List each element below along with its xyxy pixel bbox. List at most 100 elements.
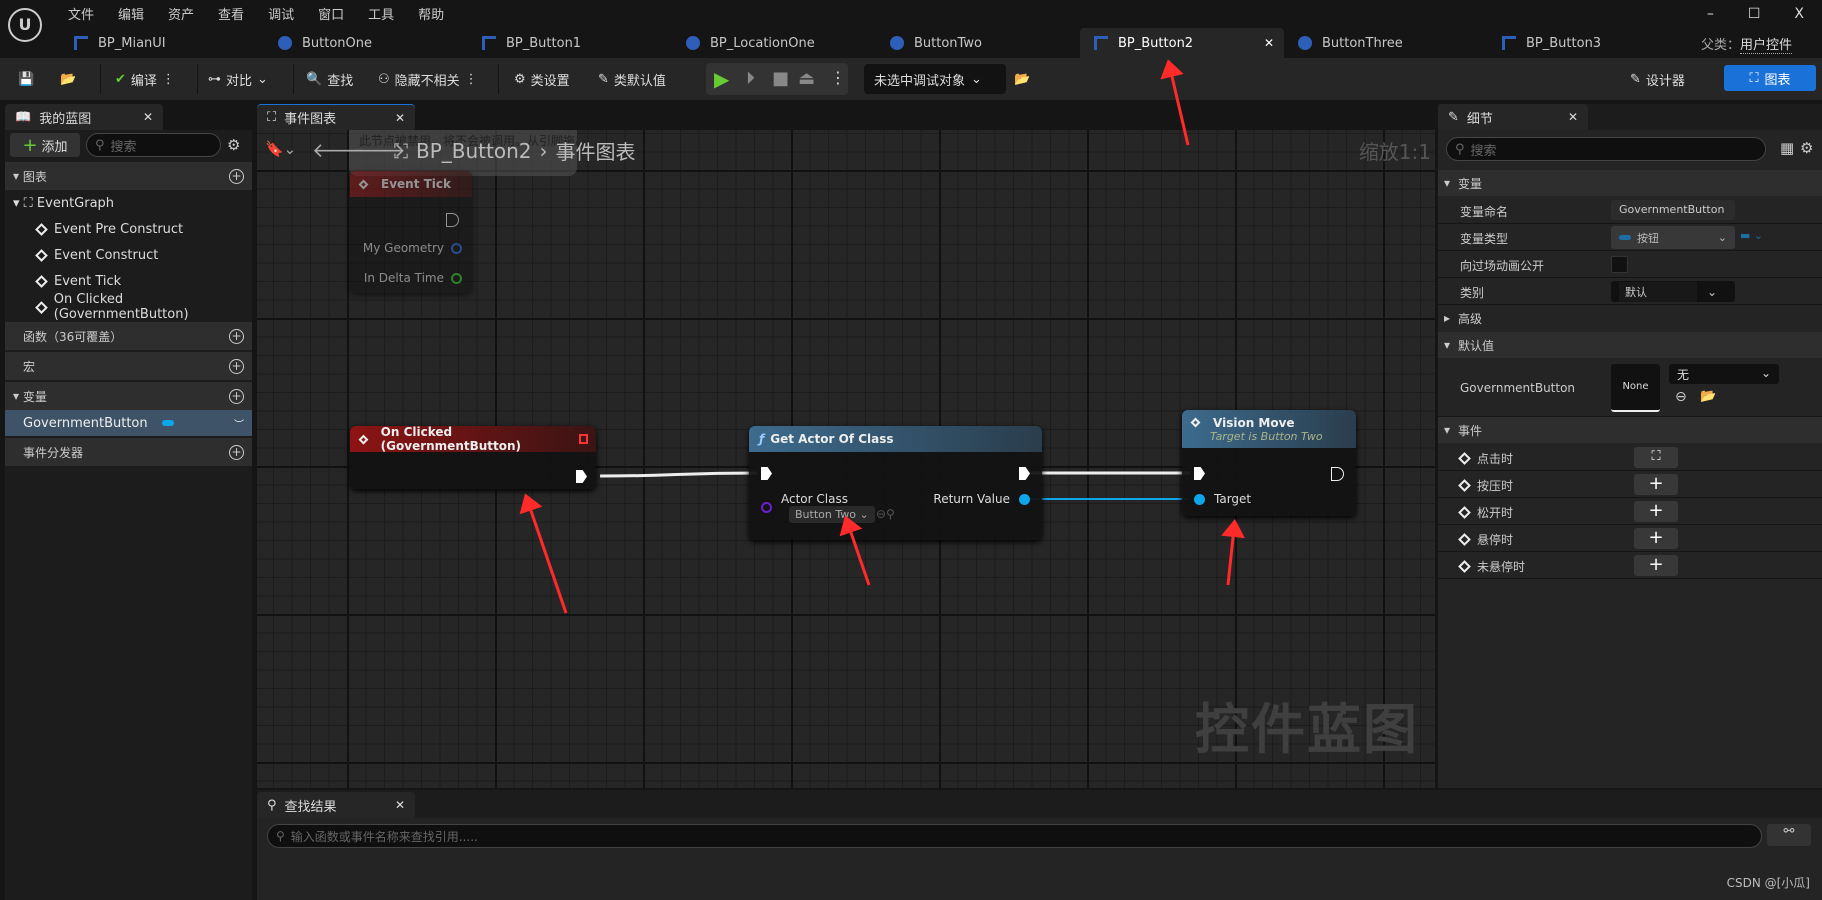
debug-target-dropdown[interactable]: 未选中调试对象 ⌄ bbox=[864, 64, 1006, 94]
exec-out-pin[interactable] bbox=[1331, 467, 1344, 481]
add-dispatcher-icon[interactable]: + bbox=[229, 444, 244, 460]
exec-out-pin[interactable] bbox=[446, 213, 459, 227]
section-variables[interactable]: ▾ 变量 + bbox=[5, 382, 252, 410]
section-events[interactable]: ▾ 事件 bbox=[1438, 417, 1822, 443]
add-function-icon[interactable]: + bbox=[229, 328, 244, 344]
default-value-dropdown[interactable]: 无 ⌄ bbox=[1669, 364, 1779, 384]
graph-mode-button[interactable]: ⛶ 图表 bbox=[1724, 65, 1816, 91]
my-blueprint-tab[interactable]: 📖 我的蓝图 ✕ bbox=[5, 104, 163, 130]
compile-button[interactable]: ✔ 编译 ⋮ bbox=[115, 66, 175, 92]
menu-view[interactable]: 查看 bbox=[218, 4, 244, 23]
tree-item-eventgraph[interactable]: ▾ ⛶ EventGraph bbox=[5, 190, 252, 216]
add-event-button[interactable]: + bbox=[1634, 474, 1678, 495]
tab-buttonone[interactable]: ButtonOne bbox=[264, 28, 468, 58]
minimize-button[interactable]: – bbox=[1707, 6, 1714, 22]
tab-buttontwo[interactable]: ButtonTwo bbox=[876, 28, 1080, 58]
details-tab[interactable]: ✎ 细节 ✕ bbox=[1438, 104, 1588, 130]
close-tab-icon[interactable]: ✕ bbox=[143, 110, 153, 124]
menu-help[interactable]: 帮助 bbox=[418, 4, 444, 23]
section-advanced[interactable]: ▸ 高级 bbox=[1438, 305, 1822, 331]
add-button[interactable]: + 添加 bbox=[10, 133, 80, 157]
close-window-button[interactable]: X bbox=[1794, 6, 1804, 22]
struct-pin[interactable] bbox=[451, 243, 462, 254]
menu-asset[interactable]: 资产 bbox=[168, 4, 194, 23]
category-value[interactable]: 默认 bbox=[1619, 281, 1697, 302]
variable-name-input[interactable]: GovernmentButton bbox=[1611, 200, 1735, 220]
settings-gear-icon[interactable]: ⚙ bbox=[227, 136, 240, 154]
node-get-actor-of-class[interactable]: ƒ Get Actor Of Class Actor Class Button T… bbox=[749, 426, 1042, 540]
tab-bp-button1[interactable]: BP_Button1 bbox=[468, 28, 672, 58]
blueprint-search-input[interactable]: ⚲ 搜索 bbox=[86, 133, 221, 157]
graph-canvas[interactable]: 此节点被禁用，将不会被调用。从引脚拖出引线来启用功能。 🔖⌄ 🡐 🡒 ⛶ BP_… bbox=[257, 130, 1435, 788]
use-selected-icon[interactable]: ⊖ bbox=[1675, 389, 1687, 405]
close-tab-icon[interactable]: ✕ bbox=[1568, 110, 1578, 124]
table-view-icon[interactable]: ▦ bbox=[1780, 139, 1794, 157]
more-icon[interactable]: ⋮ bbox=[465, 72, 478, 87]
view-event-button[interactable]: ⛶ bbox=[1634, 447, 1678, 468]
node-on-clicked[interactable]: On Clicked (GovernmentButton) bbox=[350, 425, 596, 489]
delegate-pin[interactable] bbox=[578, 434, 588, 444]
section-event-dispatchers[interactable]: 事件分发器 + bbox=[5, 438, 252, 466]
unreal-logo[interactable]: U bbox=[8, 8, 42, 42]
tree-item-event[interactable]: On Clicked (GovernmentButton) bbox=[5, 292, 252, 322]
asset-thumbnail[interactable]: None bbox=[1611, 364, 1660, 412]
stop-icon[interactable]: ■ bbox=[772, 68, 789, 89]
expose-checkbox[interactable] bbox=[1611, 256, 1628, 273]
tree-item-event[interactable]: Event Pre Construct bbox=[5, 216, 252, 242]
menu-edit[interactable]: 编辑 bbox=[118, 4, 144, 23]
settings-gear-icon[interactable]: ⚙ bbox=[1800, 139, 1813, 157]
add-event-button[interactable]: + bbox=[1634, 501, 1678, 522]
float-pin[interactable] bbox=[451, 273, 462, 284]
tab-bp-button2[interactable]: BP_Button2 ✕ bbox=[1080, 28, 1284, 58]
tab-buttonthree[interactable]: ButtonThree bbox=[1284, 28, 1488, 58]
exec-in-pin[interactable] bbox=[761, 467, 772, 480]
actor-class-dropdown[interactable]: Button Two ⌄ bbox=[789, 506, 875, 523]
parent-class-link[interactable]: 用户控件 bbox=[1739, 38, 1792, 54]
use-selected-icon[interactable]: ⊖⚲ bbox=[876, 507, 895, 521]
menu-debug[interactable]: 调试 bbox=[268, 4, 294, 23]
close-tab-icon[interactable]: ✕ bbox=[395, 111, 405, 125]
tab-bp-button3[interactable]: BP_Button3 bbox=[1488, 28, 1692, 58]
add-event-button[interactable]: + bbox=[1634, 528, 1678, 549]
node-event-tick[interactable]: Event Tick My Geometry In Delta Time bbox=[350, 171, 472, 293]
more-icon[interactable]: ⋮ bbox=[162, 72, 175, 87]
menu-tools[interactable]: 工具 bbox=[368, 4, 394, 23]
browse-icon[interactable]: 📂 bbox=[60, 66, 76, 92]
section-variable[interactable]: ▾ 变量 bbox=[1438, 170, 1822, 196]
visibility-eye-icon[interactable]: ︶ bbox=[234, 416, 244, 431]
tab-bp-mianui[interactable]: BP_MianUI bbox=[60, 28, 264, 58]
category-combo[interactable]: 默认 ⌄ bbox=[1611, 281, 1735, 302]
exec-in-pin[interactable] bbox=[1194, 467, 1205, 480]
menu-file[interactable]: 文件 bbox=[68, 4, 94, 23]
tab-bp-locationone[interactable]: BP_LocationOne bbox=[672, 28, 876, 58]
class-settings-button[interactable]: ⚙ 类设置 bbox=[514, 66, 570, 92]
close-tab-icon[interactable]: ✕ bbox=[1264, 36, 1274, 50]
debug-browse-icon[interactable]: 📂 bbox=[1014, 66, 1030, 92]
find-button[interactable]: 🔍 查找 bbox=[306, 66, 353, 92]
add-macro-icon[interactable]: + bbox=[229, 358, 244, 374]
more-icon[interactable]: ⋮ bbox=[830, 68, 846, 87]
find-results-tab[interactable]: ⚲ 查找结果 ✕ bbox=[257, 792, 415, 818]
section-macros[interactable]: 宏 + bbox=[5, 352, 252, 380]
play-icon[interactable]: ▶ bbox=[714, 67, 729, 91]
add-graph-icon[interactable]: + bbox=[229, 168, 244, 184]
find-results-search-input[interactable]: ⚲ 输入函数或事件名称来查找引用..... bbox=[267, 824, 1762, 848]
exec-out-pin[interactable] bbox=[576, 470, 587, 483]
object-out-pin[interactable] bbox=[1019, 494, 1030, 505]
eject-icon[interactable]: ⏏ bbox=[798, 68, 815, 89]
add-event-button[interactable]: + bbox=[1634, 555, 1678, 576]
details-search-input[interactable]: ⚲ 搜索 bbox=[1446, 137, 1766, 161]
target-pin[interactable] bbox=[1194, 494, 1205, 505]
class-defaults-button[interactable]: ✎ 类默认值 bbox=[598, 66, 666, 92]
section-graphs[interactable]: ▾ 图表 + bbox=[5, 162, 252, 190]
variable-item-governmentbutton[interactable]: GovernmentButton ︶ bbox=[5, 410, 252, 436]
diff-button[interactable]: ⊶ 对比 ⌄ bbox=[208, 66, 268, 92]
add-variable-icon[interactable]: + bbox=[229, 388, 244, 404]
hide-unrelated-button[interactable]: ⚇ 隐藏不相关 ⋮ bbox=[378, 66, 478, 92]
section-functions[interactable]: 函数（36可覆盖） + bbox=[5, 322, 252, 350]
tree-item-event[interactable]: Event Tick bbox=[5, 268, 252, 294]
exec-out-pin[interactable] bbox=[1019, 467, 1030, 480]
tree-item-event[interactable]: Event Construct bbox=[5, 242, 252, 268]
find-in-all-blueprints-button[interactable]: ⚯ bbox=[1767, 824, 1811, 846]
save-icon[interactable]: 💾 bbox=[18, 66, 34, 92]
